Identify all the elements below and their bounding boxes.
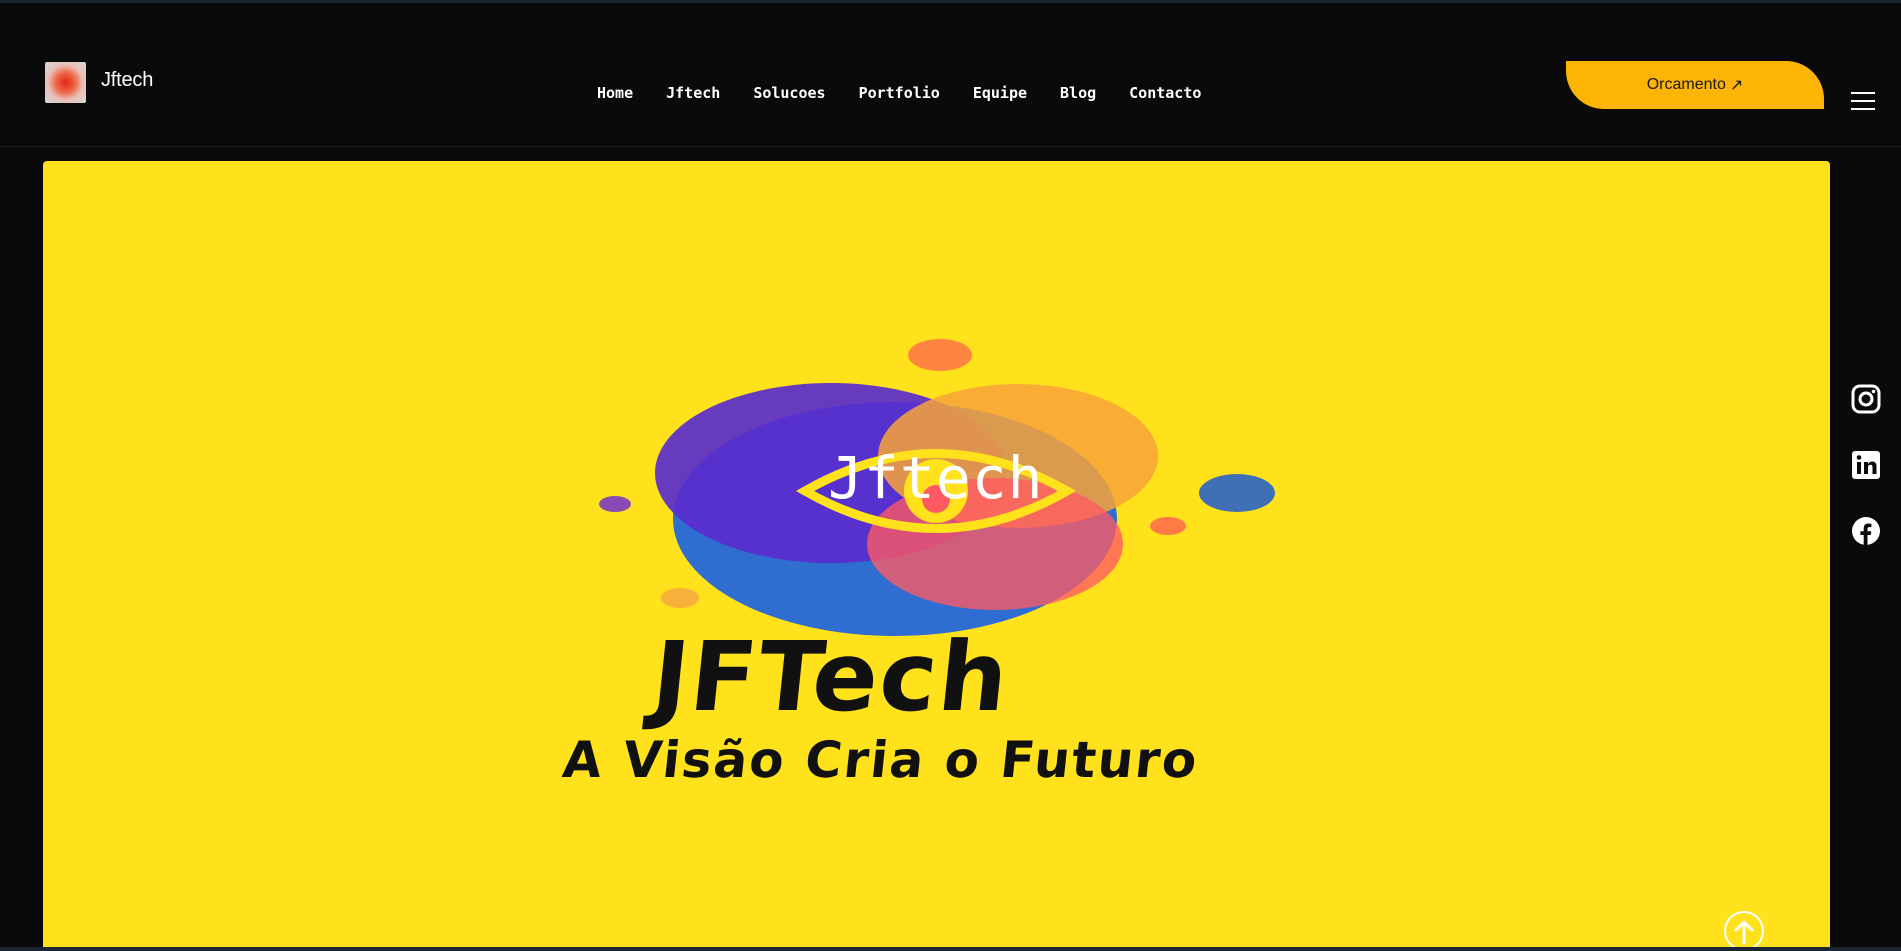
linkedin-icon[interactable]: [1851, 450, 1881, 480]
window-bottom-border: [0, 947, 1901, 951]
scroll-to-top-button[interactable]: [1724, 911, 1764, 951]
nav-home[interactable]: Home: [597, 81, 633, 105]
nav-blog[interactable]: Blog: [1060, 81, 1096, 105]
nav-solucoes[interactable]: Solucoes: [753, 81, 825, 105]
hero-logo-art: [599, 339, 1275, 636]
yellow-dot: [661, 588, 699, 608]
logo-title: JFTech: [647, 621, 1016, 733]
main-nav: Home Jftech Solucoes Portfolio Equipe Bl…: [597, 81, 1201, 105]
hamburger-icon[interactable]: [1851, 92, 1875, 110]
facebook-icon[interactable]: [1851, 516, 1881, 546]
purple-dot: [599, 496, 631, 512]
orange-dot: [908, 339, 972, 371]
instagram-icon[interactable]: [1851, 384, 1881, 414]
nav-equipe[interactable]: Equipe: [973, 81, 1027, 105]
hero-banner: Jftech JFTech A Visão Cria o Futuro: [43, 161, 1830, 951]
site-header: Jftech Home Jftech Solucoes Portfolio Eq…: [0, 3, 1901, 147]
red-dot: [1150, 517, 1186, 535]
logo-tagline: A Visão Cria o Futuro: [559, 731, 1202, 789]
arrow-up-icon: [1726, 913, 1762, 949]
hero-overlay-text: Jftech: [828, 444, 1044, 512]
blue-dot: [1199, 474, 1275, 512]
arrow-up-right-icon: ↗: [1729, 77, 1744, 94]
nav-contacto[interactable]: Contacto: [1129, 81, 1201, 105]
nav-jftech[interactable]: Jftech: [666, 81, 720, 105]
nav-portfolio[interactable]: Portfolio: [859, 81, 940, 105]
brand-logo[interactable]: [45, 62, 86, 103]
orcamento-button[interactable]: Orcamento ↗: [1566, 61, 1824, 109]
orcamento-label: Orcamento: [1646, 76, 1726, 93]
brand-name[interactable]: Jftech: [101, 69, 153, 92]
